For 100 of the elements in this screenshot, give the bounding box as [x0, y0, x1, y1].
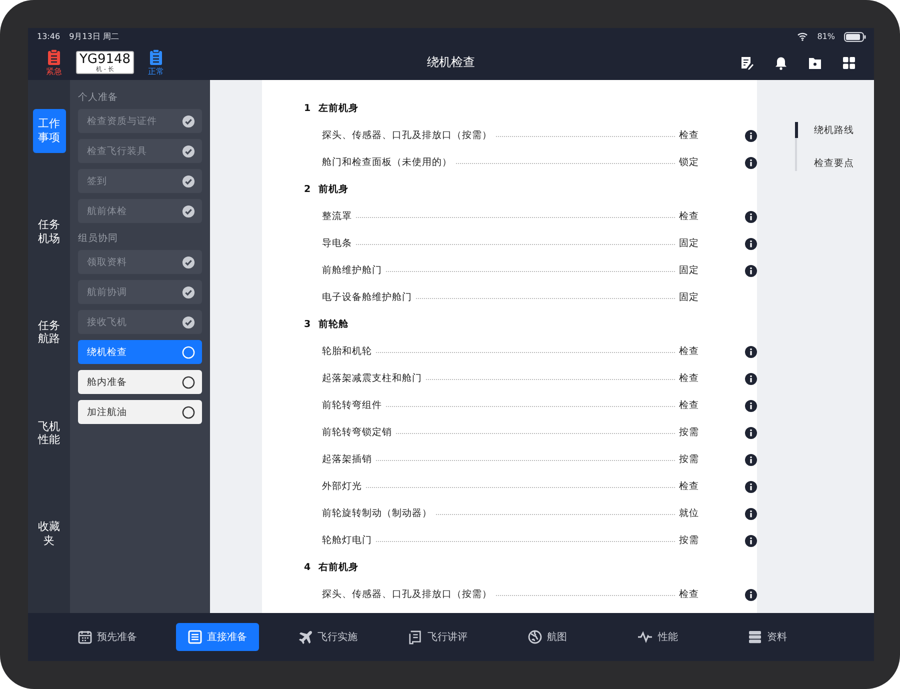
nav-tab[interactable]: 资料: [726, 623, 809, 651]
battery-icon: [844, 32, 866, 42]
section-number: 3: [304, 319, 311, 330]
task-label: 签到: [87, 174, 107, 188]
check-item: 轮胎和机轮: [322, 345, 372, 358]
check-action: 按需: [679, 426, 700, 439]
info-icon[interactable]: [745, 156, 757, 168]
task-label: 检查飞行装具: [87, 144, 147, 158]
folder-icon[interactable]: [808, 56, 822, 70]
info-icon[interactable]: [745, 400, 757, 412]
nav-tab[interactable]: 预先准备: [66, 623, 149, 651]
check-action: 检查: [679, 129, 700, 142]
pulse-icon: [637, 631, 653, 643]
rail-tab[interactable]: 飞机性能: [32, 411, 66, 456]
check-item: 舱门和检查面板（未使用的）: [322, 156, 452, 169]
task-label: 加注航油: [87, 406, 127, 418]
check-action: 检查: [679, 210, 700, 223]
nav-tab[interactable]: 航图: [506, 623, 589, 651]
check-action: 就位: [679, 507, 700, 520]
info-icon[interactable]: [745, 480, 757, 492]
plate-number: YG9148: [79, 52, 131, 66]
check-item: 外部灯光: [322, 480, 362, 493]
group-title: 组员协同: [78, 232, 119, 246]
check-item: 电子设备舱维护舱门: [322, 291, 412, 304]
check-action: 按需: [679, 534, 700, 547]
wifi-icon: [797, 32, 808, 41]
edit-icon[interactable]: [740, 56, 754, 70]
section-title: 前机身: [318, 183, 349, 196]
info-icon[interactable]: [745, 372, 757, 384]
battery-percent: 81%: [817, 32, 835, 41]
info-icon[interactable]: [745, 508, 757, 520]
nav-tab[interactable]: 直接准备: [176, 623, 259, 651]
rail-tab[interactable]: 工作事项: [32, 109, 66, 153]
check-item: 起落架插销: [322, 453, 372, 466]
check-item: 整流罩: [322, 210, 352, 223]
check-action: 检查: [679, 399, 700, 412]
check-action: 检查: [679, 372, 700, 385]
check-action: 固定: [679, 237, 700, 250]
rail-tab[interactable]: 任务机场: [32, 210, 66, 254]
airplane-icon: [298, 630, 312, 644]
check-action: 检查: [679, 345, 700, 358]
info-icon[interactable]: [745, 264, 757, 276]
check-item: 前轮转弯锁定销: [322, 426, 392, 439]
task-label: 航前协调: [87, 286, 127, 298]
status-label: 紧急: [46, 66, 62, 76]
check-item: 探头、传感器、口孔及排放口（按需）: [322, 588, 492, 601]
info-icon[interactable]: [745, 238, 757, 250]
info-icon[interactable]: [745, 346, 757, 358]
status-date: 9月13日 周二: [69, 31, 119, 42]
section-title: 右前机身: [318, 561, 359, 574]
check-action: 固定: [679, 264, 700, 277]
status-time: 13:46: [37, 32, 60, 41]
task-label: 绕机检查: [87, 346, 127, 358]
status-label: 正常: [148, 66, 164, 76]
stack-icon: [748, 630, 762, 644]
section-title: 左前机身: [318, 102, 359, 115]
globe-icon: [528, 630, 542, 644]
clipboard-icon: [47, 48, 61, 64]
task-item[interactable]: 加注航油: [78, 400, 202, 424]
check-item: 起落架减震支柱和舱门: [322, 372, 422, 385]
task-label: 领取资料: [87, 256, 127, 268]
info-icon[interactable]: [745, 534, 757, 546]
task-label: 舱内准备: [87, 376, 127, 388]
check-action: 固定: [679, 291, 700, 304]
page-title: 绕机检查: [427, 55, 475, 69]
rail-tab[interactable]: 任务航路: [32, 310, 66, 354]
calendar-icon: [78, 630, 92, 644]
document-icon: [408, 630, 422, 644]
check-action: 检查: [679, 480, 700, 493]
info-icon[interactable]: [745, 210, 757, 222]
check-item: 前舱维护舱门: [322, 264, 382, 277]
nav-tab[interactable]: 飞行实施: [286, 623, 369, 651]
info-icon[interactable]: [745, 454, 757, 466]
outline-link[interactable]: 绕机路线: [795, 122, 860, 138]
nav-tab[interactable]: 飞行讲评: [396, 623, 479, 651]
bell-icon[interactable]: [774, 56, 788, 70]
info-icon[interactable]: [745, 130, 757, 142]
task-label: 航前体检: [87, 204, 127, 218]
section-number: 2: [304, 184, 311, 195]
check-item: 探头、传感器、口孔及排放口（按需）: [322, 129, 492, 142]
task-item[interactable]: 舱内准备: [78, 370, 202, 394]
nav-tab[interactable]: 性能: [616, 623, 699, 651]
task-label: 接收飞机: [87, 316, 127, 328]
task-item[interactable]: 绕机检查: [78, 340, 202, 364]
rail-tab[interactable]: 收藏夹: [32, 512, 66, 556]
section-number: 4: [304, 562, 311, 573]
check-item: 轮舱灯电门: [322, 534, 372, 547]
group-title: 个人准备: [78, 91, 119, 105]
info-icon[interactable]: [745, 426, 757, 438]
outline-link[interactable]: 检查要点: [795, 155, 860, 171]
check-item: 导电条: [322, 237, 352, 250]
section-number: 1: [304, 103, 311, 114]
list-icon: [188, 630, 202, 644]
clipboard-icon: [149, 48, 163, 64]
check-action: 锁定: [679, 156, 700, 169]
check-action: 按需: [679, 453, 700, 466]
check-action: 检查: [679, 588, 700, 601]
check-item: 前轮旋转制动（制动器）: [322, 507, 432, 520]
info-icon[interactable]: [745, 588, 757, 600]
grid-icon[interactable]: [842, 56, 856, 70]
